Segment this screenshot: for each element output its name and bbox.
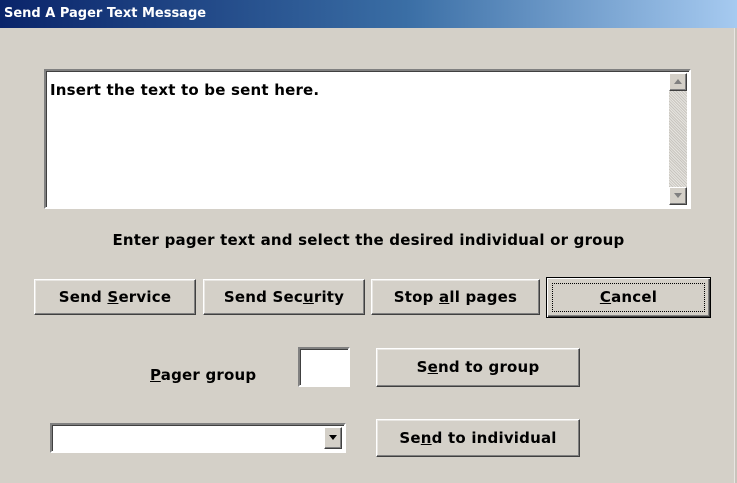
pager-group-label: Pager group bbox=[150, 366, 256, 384]
send-to-group-button[interactable]: Send to group bbox=[376, 348, 580, 387]
send-service-hotkey: S bbox=[107, 288, 119, 306]
pager-group-label-text: ager group bbox=[160, 366, 257, 384]
send-security-label-pre: Send Sec bbox=[223, 288, 303, 306]
stop-all-label-pre: Stop bbox=[393, 288, 440, 306]
send-service-button[interactable]: Send Service bbox=[34, 279, 196, 315]
send-individual-label-pre: Se bbox=[399, 429, 421, 447]
scroll-up-button[interactable] bbox=[669, 73, 687, 91]
send-individual-hotkey: n bbox=[420, 429, 432, 447]
send-security-button[interactable]: Send Security bbox=[203, 279, 365, 315]
send-service-label-pre: Send bbox=[58, 288, 108, 306]
send-individual-label-post: d to individual bbox=[431, 429, 557, 447]
pager-group-input[interactable] bbox=[298, 347, 350, 387]
title-bar[interactable]: Send A Pager Text Message bbox=[0, 0, 737, 28]
scroll-down-icon bbox=[674, 193, 682, 198]
message-text[interactable]: Insert the text to be sent here. bbox=[50, 81, 319, 99]
message-textarea[interactable]: Insert the text to be sent here. bbox=[44, 69, 691, 209]
instruction-text: Enter pager text and select the desired … bbox=[112, 231, 625, 249]
chevron-down-icon bbox=[329, 435, 337, 440]
individual-dropdown-button[interactable] bbox=[324, 427, 342, 449]
stop-all-label-post: ll pages bbox=[449, 288, 518, 306]
individual-dropdown[interactable] bbox=[50, 423, 346, 453]
send-security-label-post: rity bbox=[313, 288, 345, 306]
send-security-hotkey: u bbox=[302, 288, 314, 306]
pager-group-hotkey: P bbox=[150, 366, 161, 384]
message-scrollbar[interactable] bbox=[669, 73, 687, 205]
stop-all-pages-button[interactable]: Stop all pages bbox=[371, 279, 540, 315]
cancel-button[interactable]: Cancel bbox=[546, 277, 711, 318]
scroll-up-icon bbox=[674, 79, 682, 84]
scroll-down-button[interactable] bbox=[669, 187, 687, 205]
stop-all-hotkey: a bbox=[439, 288, 450, 306]
send-group-label-post: nd to group bbox=[437, 358, 540, 376]
focus-rectangle bbox=[552, 283, 705, 312]
send-group-hotkey: e bbox=[427, 358, 438, 376]
window-title: Send A Pager Text Message bbox=[4, 6, 207, 21]
send-service-label-post: ervice bbox=[118, 288, 172, 306]
send-to-individual-button[interactable]: Send to individual bbox=[376, 419, 580, 457]
send-group-label-pre: S bbox=[416, 358, 428, 376]
